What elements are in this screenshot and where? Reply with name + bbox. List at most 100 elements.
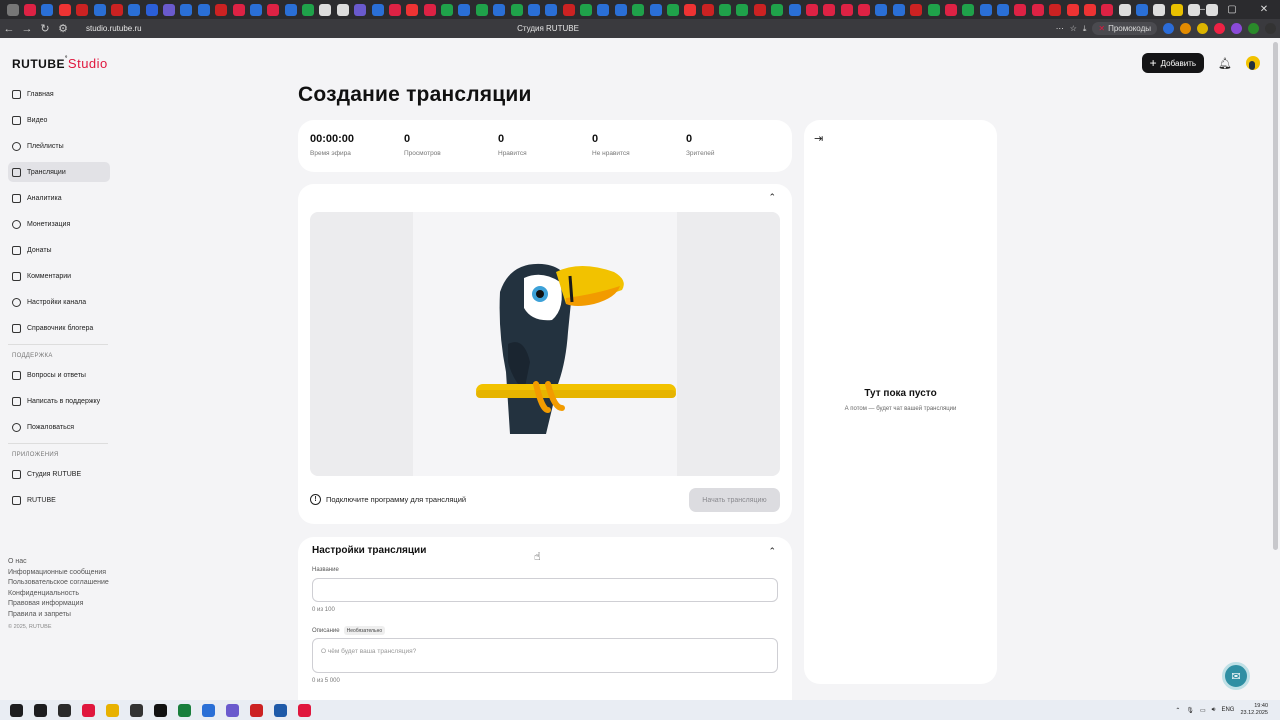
taskbar-app-icon[interactable] [297,703,311,717]
page-scrollbar[interactable] [1273,42,1278,550]
browser-tab-favicon-icon[interactable] [6,3,19,16]
search-icon[interactable] [33,703,47,717]
language-indicator[interactable]: ENG [1221,707,1234,713]
browser-tab-favicon-icon[interactable] [545,3,558,16]
sidebar-item[interactable]: Настройки канала [8,292,110,312]
taskbar-app-icon[interactable] [225,703,239,717]
add-button[interactable]: + Добавить [1141,53,1205,73]
footer-link[interactable]: О нас [8,558,109,565]
browser-tab-favicon-icon[interactable] [1066,3,1079,16]
browser-tab-favicon-icon[interactable] [632,3,645,16]
browser-tab-favicon-icon[interactable] [1136,3,1149,16]
footer-link[interactable]: Информационные сообщения [8,569,109,576]
browser-tab-favicon-icon[interactable] [753,3,766,16]
browser-tab-favicon-icon[interactable] [1031,3,1044,16]
browser-extension-icon[interactable] [1214,23,1225,34]
browser-tab-favicon-icon[interactable] [771,3,784,16]
sidebar-item[interactable]: Пожаловаться [8,417,110,437]
browser-tab-favicon-icon[interactable] [128,3,141,16]
taskbar-app-icon[interactable] [273,703,287,717]
taskbar-app-icon[interactable] [153,703,167,717]
browser-tab-favicon-icon[interactable] [962,3,975,16]
mic-icon[interactable]: 🎙︎ [1186,707,1194,714]
browser-tab-favicon-icon[interactable] [93,3,106,16]
browser-tab-favicon-icon[interactable] [302,3,315,16]
browser-extension-icon[interactable] [1163,23,1174,34]
download-icon[interactable]: ⤓ [1083,24,1087,34]
browser-tab-favicon-icon[interactable] [319,3,332,16]
sidebar-item[interactable]: Главная [8,84,110,104]
sidebar-item[interactable]: Вопросы и ответы [8,365,110,385]
browser-extension-icon[interactable] [1197,23,1208,34]
taskbar-app-icon[interactable] [57,703,71,717]
browser-extension-icon[interactable] [1180,23,1191,34]
browser-tab-favicon-icon[interactable] [76,3,89,16]
sidebar-item[interactable]: Видео [8,110,110,130]
bookmark-icon[interactable]: ☆ [1070,24,1077,33]
maximize-icon[interactable]: ▢ [1216,4,1248,15]
browser-tab-favicon-icon[interactable] [736,3,749,16]
browser-tab-favicon-icon[interactable] [458,3,471,16]
browser-tab-favicon-icon[interactable] [562,3,575,16]
promo-button[interactable]: ✕ Промокоды [1092,22,1157,35]
taskbar-app-icon[interactable] [129,703,143,717]
taskbar-app-icon[interactable] [177,703,191,717]
sidebar-item[interactable]: Написать в поддержку [8,391,110,411]
chevron-up-icon[interactable]: ⌃ [768,546,776,557]
browser-tab-favicon-icon[interactable] [1049,3,1062,16]
browser-tab-favicon-icon[interactable] [719,3,732,16]
browser-tab-favicon-icon[interactable] [197,3,210,16]
browser-tab-favicon-icon[interactable] [527,3,540,16]
rutube-studio-logo[interactable]: RUTUBE°Studio [12,56,108,71]
browser-tab-favicon-icon[interactable] [944,3,957,16]
description-input[interactable]: О чём будет ваша трансляция? [312,638,778,673]
browser-tab-favicon-icon[interactable] [788,3,801,16]
browser-tab-favicon-icon[interactable] [858,3,871,16]
more-icon[interactable]: ⋯ [1056,24,1064,33]
browser-tab-favicon-icon[interactable] [875,3,888,16]
browser-tab-favicon-icon[interactable] [1014,3,1027,16]
avatar[interactable] [1246,56,1260,70]
browser-tab-favicon-icon[interactable] [180,3,193,16]
browser-tab-favicon-icon[interactable] [163,3,176,16]
browser-tab-favicon-icon[interactable] [145,3,158,16]
browser-tab-favicon-icon[interactable] [441,3,454,16]
sidebar-item[interactable]: Аналитика [8,188,110,208]
tray-chevron-icon[interactable]: ⌃ [1175,707,1180,714]
browser-tab-favicon-icon[interactable] [423,3,436,16]
sidebar-item[interactable]: Донаты [8,240,110,260]
start-menu-icon[interactable] [9,703,23,717]
browser-tab-favicon-icon[interactable] [41,3,54,16]
browser-tab-favicon-icon[interactable] [354,3,367,16]
footer-link[interactable]: Правила и запреты [8,611,109,618]
footer-link[interactable]: Пользовательское соглашение [8,579,109,586]
collapse-panel-icon[interactable]: ⇥ [814,132,823,145]
browser-tab-favicon-icon[interactable] [1101,3,1114,16]
browser-tab-favicon-icon[interactable] [1153,3,1166,16]
taskbar-app-icon[interactable] [105,703,119,717]
browser-tab-favicon-icon[interactable] [232,3,245,16]
bell-icon[interactable]: 🔔︎ [1218,57,1232,70]
browser-tab-favicon-icon[interactable] [475,3,488,16]
browser-tab-favicon-icon[interactable] [892,3,905,16]
browser-extension-icon[interactable] [1231,23,1242,34]
name-input[interactable] [312,578,778,602]
browser-tab-favicon-icon[interactable] [805,3,818,16]
browser-tab-favicon-icon[interactable] [493,3,506,16]
taskbar-app-icon[interactable] [81,703,95,717]
network-icon[interactable]: ▭ [1200,707,1206,714]
browser-tab-favicon-icon[interactable] [371,3,384,16]
browser-tab-favicon-icon[interactable] [979,3,992,16]
browser-tab-favicon-icon[interactable] [1083,3,1096,16]
browser-tab-favicon-icon[interactable] [666,3,679,16]
browser-tab-favicon-icon[interactable] [24,3,37,16]
browser-tab-favicon-icon[interactable] [597,3,610,16]
sidebar-item[interactable]: Монетизация [8,214,110,234]
volume-icon[interactable]: 🔊︎ [1212,707,1216,714]
browser-tab-favicon-icon[interactable] [267,3,280,16]
clock[interactable]: 19:40 23.12.2025 [1240,703,1268,717]
sidebar-item[interactable]: RUTUBE [8,490,110,510]
taskbar-app-icon[interactable] [249,703,263,717]
browser-tab-favicon-icon[interactable] [1118,3,1131,16]
sidebar-item[interactable]: Плейлисты [8,136,110,156]
